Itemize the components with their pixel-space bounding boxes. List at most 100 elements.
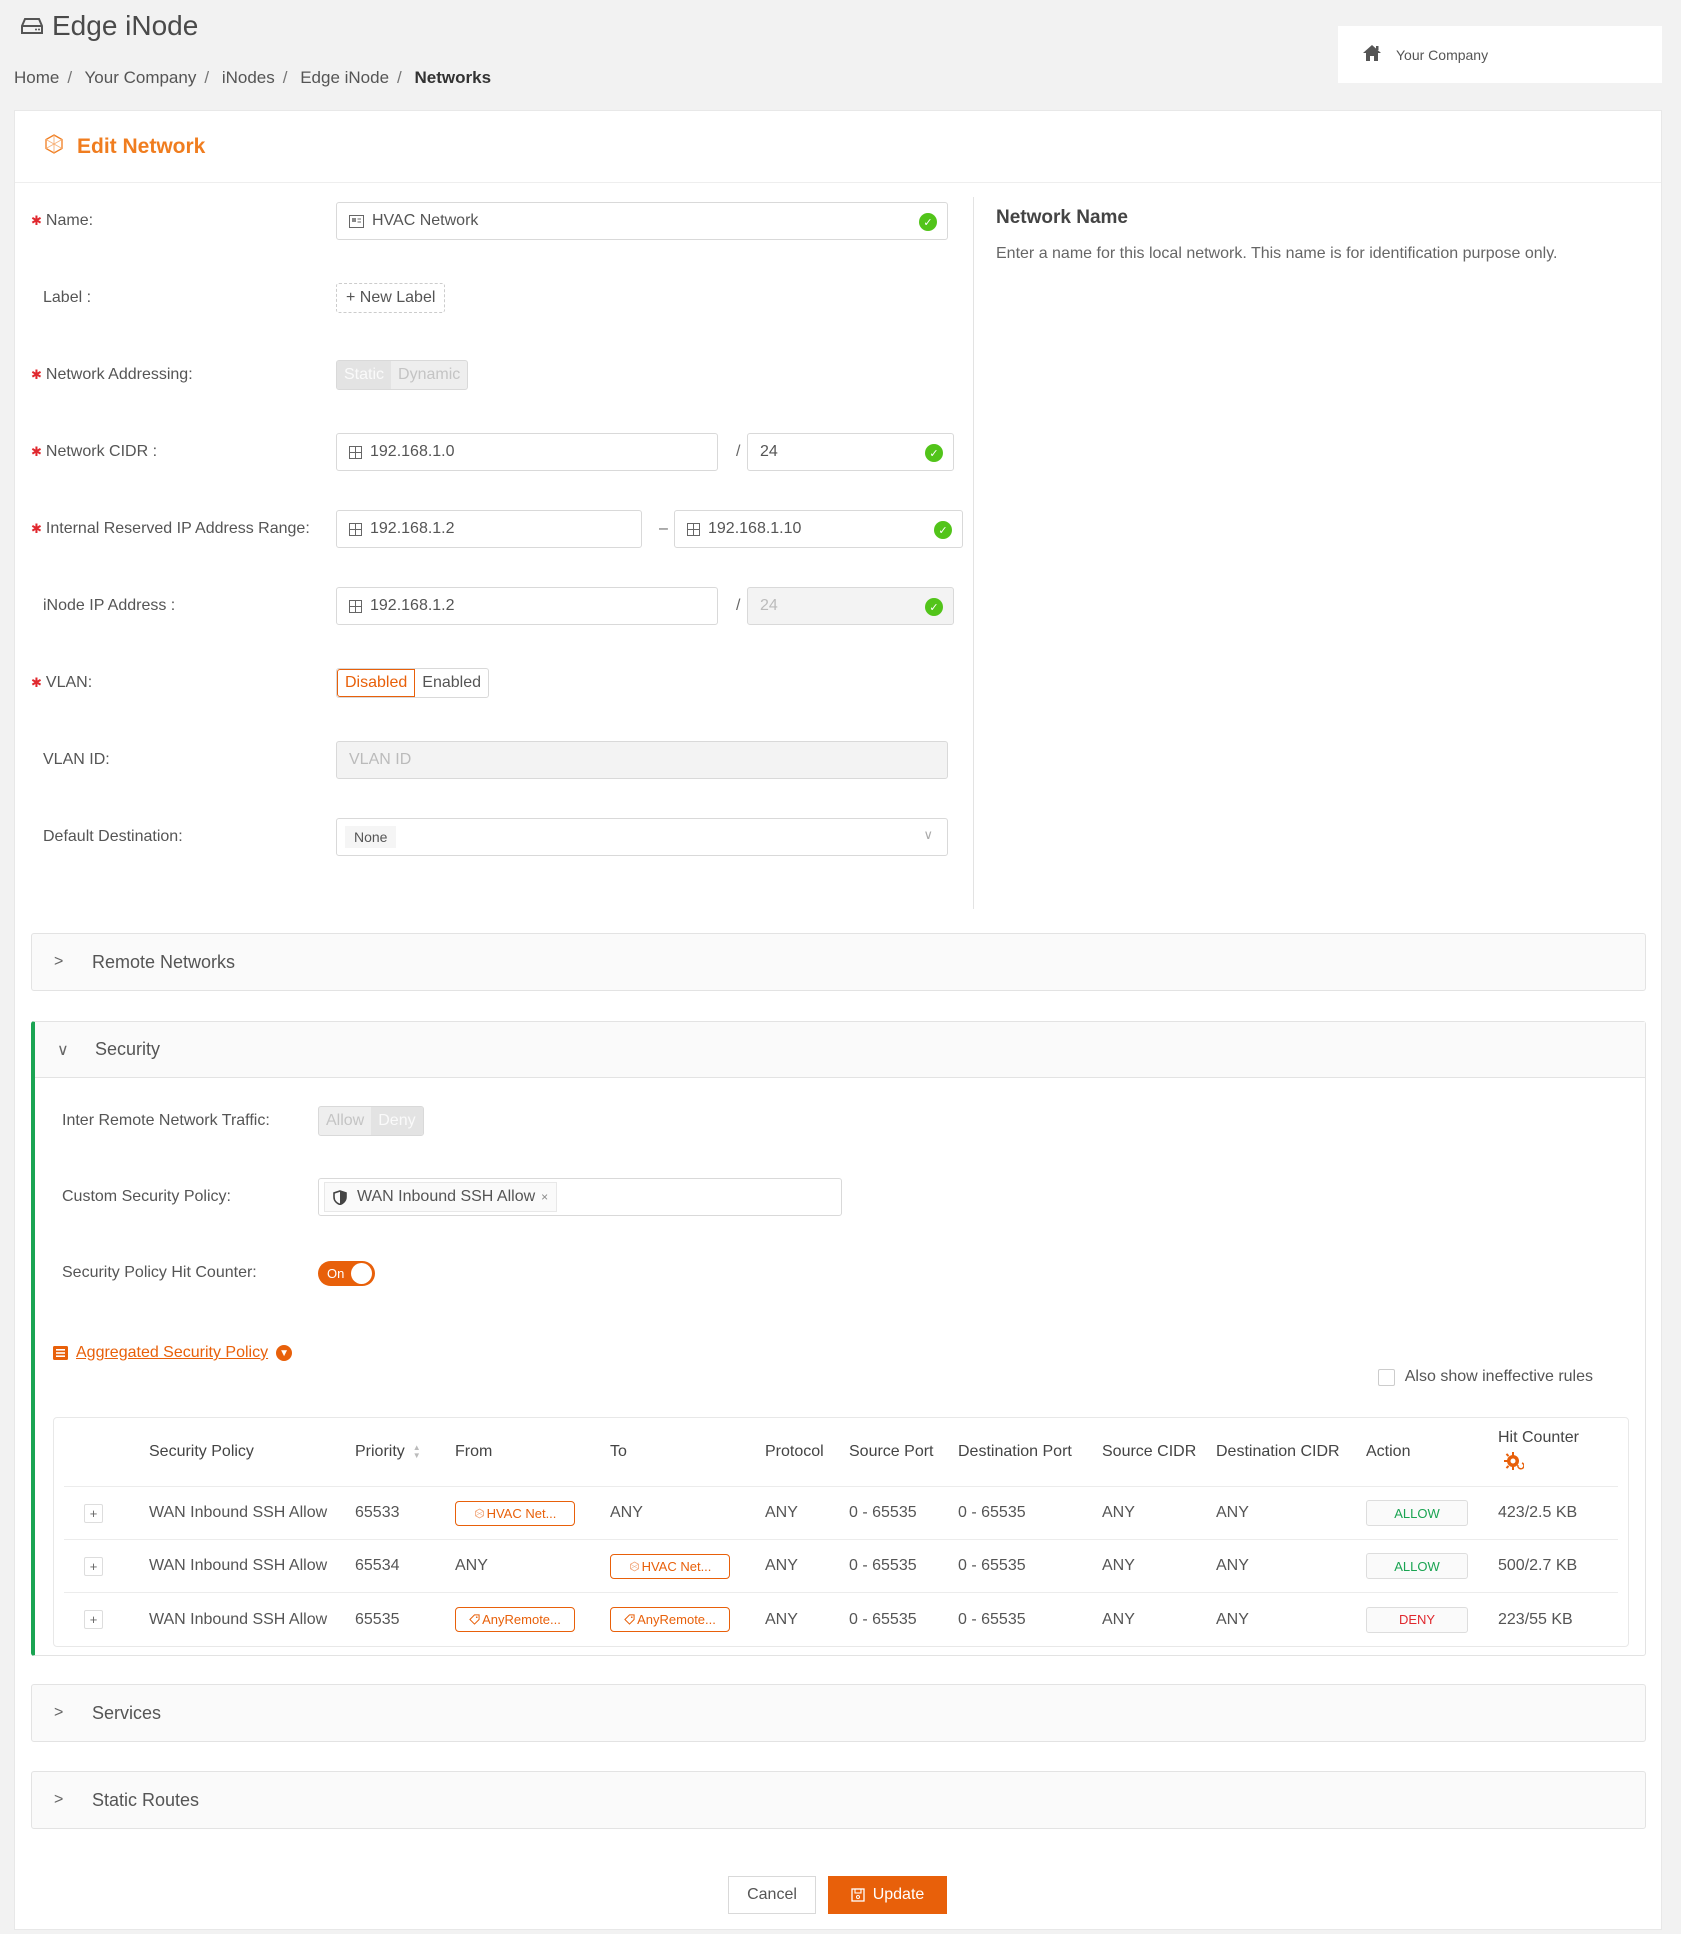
action-badge: ALLOW xyxy=(1366,1500,1468,1526)
destination-cidr-cell: ANY xyxy=(1216,1610,1249,1628)
company-card[interactable]: Your Company xyxy=(1338,26,1662,83)
source-cidr-cell: ANY xyxy=(1102,1557,1135,1574)
protocol-cell: ANY xyxy=(765,1610,798,1628)
col-from: From xyxy=(455,1443,493,1460)
name-row: ✱ Name: HVAC Network ✓ xyxy=(15,201,973,241)
required-marker: ✱ xyxy=(31,213,42,228)
col-action: Action xyxy=(1366,1443,1411,1460)
table-row: + WAN Inbound SSH Allow 65535 AnyRemote... A… xyxy=(64,1593,1618,1646)
calculator-icon xyxy=(349,599,362,613)
sort-icon[interactable]: ▲ ▼ xyxy=(413,1443,421,1460)
default-destination-select[interactable]: None ∨ xyxy=(336,818,948,856)
expand-row-button[interactable]: + xyxy=(84,1503,103,1523)
switch-knob xyxy=(351,1262,372,1284)
ineffective-rules-checkbox[interactable] xyxy=(1377,1368,1395,1386)
from-value: ANY xyxy=(455,1557,488,1574)
col-priority[interactable]: Priority ▲ ▼ xyxy=(355,1443,455,1461)
reserved-range-row: ✱ Internal Reserved IP Address Range: 192… xyxy=(15,509,973,549)
vlan-enabled-option[interactable]: Enabled xyxy=(415,669,488,697)
addressing-toggle: Static Dynamic xyxy=(336,360,469,390)
to-cell: ANY xyxy=(610,1504,765,1522)
hit-counter-cell: 223/55 KB xyxy=(1498,1610,1573,1628)
policy-cell: WAN Inbound SSH Allow xyxy=(149,1557,328,1574)
inode-ip-separator: / xyxy=(736,597,741,614)
page-title: Edge iNode xyxy=(20,10,198,42)
destination-cidr-cell: ANY xyxy=(1216,1557,1249,1574)
to-tag[interactable]: HVAC Net... xyxy=(610,1553,730,1579)
name-input[interactable]: HVAC Network ✓ xyxy=(336,202,948,240)
table-row: + WAN Inbound SSH Allow 65533 HVAC Net... AN… xyxy=(64,1487,1618,1540)
from-cell: ANY xyxy=(455,1557,610,1575)
cidr-label: Network CIDR : xyxy=(45,443,158,460)
security-header[interactable]: ∨ Security xyxy=(35,1022,1645,1078)
remote-networks-header[interactable]: > Remote Networks xyxy=(32,934,1645,990)
aggregated-policy-link[interactable]: Aggregated Security Policy ▼ xyxy=(53,1344,293,1362)
destination-port-cell: 0 - 65535 xyxy=(958,1557,1026,1574)
source-port-cell: 0 - 65535 xyxy=(849,1610,917,1628)
breadcrumb-home[interactable]: Home xyxy=(14,68,59,87)
calculator-icon xyxy=(687,522,700,536)
inode-prefix-value: 24 xyxy=(760,597,778,614)
breadcrumb-networks: Networks xyxy=(414,68,492,87)
update-button[interactable]: Update xyxy=(828,1876,947,1914)
col-hit-counter: Hit Counter xyxy=(1498,1429,1608,1476)
custom-policy-row: Custom Security Policy: WAN Inbound SSH … xyxy=(35,1177,1635,1217)
col-source-port: Source Port xyxy=(849,1443,934,1460)
expand-row-button[interactable]: + xyxy=(84,1610,103,1629)
action-cell: ALLOW xyxy=(1366,1553,1498,1579)
network-icon xyxy=(629,1561,642,1572)
destination-port-cell: 0 - 65535 xyxy=(958,1504,1026,1521)
custom-policy-select[interactable]: WAN Inbound SSH Allow × xyxy=(318,1178,842,1216)
hit-counter-switch[interactable]: On xyxy=(318,1260,375,1286)
chevron-down-icon: ∨ xyxy=(57,1041,69,1059)
table-header: Security Policy Priority ▲ ▼ From To Proto… xyxy=(64,1418,1618,1487)
label-label: Label : xyxy=(43,289,92,306)
cidr-prefix-input[interactable]: 24 ✓ xyxy=(747,433,954,471)
source-cidr-cell: ANY xyxy=(1102,1504,1135,1521)
action-badge: DENY xyxy=(1366,1606,1468,1633)
breadcrumb-company[interactable]: Your Company xyxy=(85,68,197,87)
reserved-start-value: 192.168.1.2 xyxy=(370,520,455,537)
default-destination-row: Default Destination: None ∨ xyxy=(15,817,973,857)
from-cell: HVAC Net... xyxy=(455,1500,610,1526)
vlan-toggle: Disabled Enabled xyxy=(336,668,489,698)
new-label-button[interactable]: + New Label xyxy=(336,283,446,313)
reserved-start-input[interactable]: 192.168.1.2 xyxy=(336,510,642,548)
addressing-static: Static xyxy=(337,361,392,389)
inode-ip-input[interactable]: 192.168.1.2 xyxy=(336,587,718,625)
priority-cell: 65534 xyxy=(355,1557,400,1574)
breadcrumb-inodes[interactable]: iNodes xyxy=(222,68,275,87)
col-to: To xyxy=(610,1443,627,1460)
save-icon xyxy=(851,1888,873,1902)
reserved-end-input[interactable]: 192.168.1.10 ✓ xyxy=(674,510,963,548)
action-cell: ALLOW xyxy=(1366,1500,1498,1526)
hit-counter-row: Security Policy Hit Counter: On xyxy=(35,1253,1635,1293)
col-protocol: Protocol xyxy=(765,1443,824,1460)
chevron-right-icon: > xyxy=(54,953,64,970)
to-cell: AnyRemote... xyxy=(610,1607,765,1632)
page-title-text: Edge iNode xyxy=(52,10,199,41)
to-tag[interactable]: AnyRemote... xyxy=(610,1607,730,1632)
protocol-cell: ANY xyxy=(765,1504,798,1521)
cidr-ip-input[interactable]: 192.168.1.0 xyxy=(336,433,718,471)
addressing-label: Network Addressing: xyxy=(45,366,193,383)
breadcrumb-edge-inode[interactable]: Edge iNode xyxy=(300,68,389,87)
from-tag[interactable]: AnyRemote... xyxy=(455,1607,575,1632)
from-tag[interactable]: HVAC Net... xyxy=(455,1500,575,1526)
chevron-right-icon: > xyxy=(54,1791,64,1808)
ineffective-rules-option[interactable]: Also show ineffective rules xyxy=(1377,1368,1593,1386)
inode-ip-row: iNode IP Address : 192.168.1.2 / 24 ✓ xyxy=(15,586,973,626)
remove-tag-icon[interactable]: × xyxy=(541,1190,548,1204)
expand-row-button[interactable]: + xyxy=(84,1556,103,1576)
network-icon xyxy=(474,1508,487,1519)
static-routes-header[interactable]: > Static Routes xyxy=(32,1772,1645,1828)
source-port-cell: 0 - 65535 xyxy=(849,1504,917,1521)
table-body: + WAN Inbound SSH Allow 65533 HVAC Net... AN… xyxy=(54,1487,1628,1646)
vlan-disabled-option[interactable]: Disabled xyxy=(337,669,416,697)
cancel-button[interactable]: Cancel xyxy=(728,1876,816,1914)
addressing-dynamic: Dynamic xyxy=(398,366,461,383)
reset-counter-icon[interactable] xyxy=(1504,1451,1608,1476)
services-header[interactable]: > Services xyxy=(32,1685,1645,1741)
hit-counter-cell: 423/2.5 KB xyxy=(1498,1504,1578,1521)
name-label: Name: xyxy=(45,212,94,229)
